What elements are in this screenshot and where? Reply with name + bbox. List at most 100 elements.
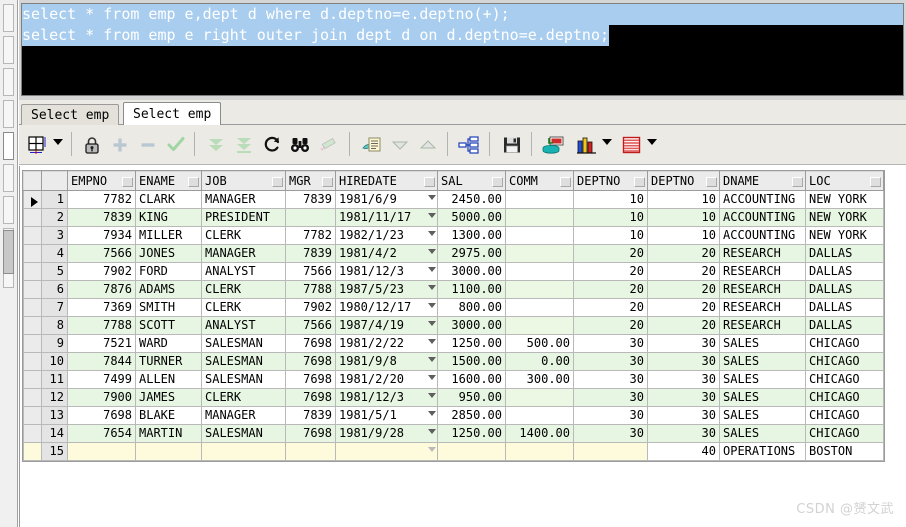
- cell-empno[interactable]: 7876: [67, 280, 136, 299]
- navigator-item[interactable]: [3, 164, 14, 192]
- cell-mgr[interactable]: 7782: [285, 226, 336, 245]
- row-marker-cell[interactable]: [23, 334, 42, 353]
- cell-comm[interactable]: [505, 298, 574, 317]
- date-picker-chevron-down-icon[interactable]: [428, 321, 436, 326]
- cell-sal[interactable]: 1250.00: [437, 334, 506, 353]
- row-number-cell[interactable]: 1: [41, 190, 68, 209]
- sql-editor[interactable]: select * from emp e,dept d where d.deptn…: [21, 3, 904, 96]
- cell-mgr[interactable]: 7839: [285, 244, 336, 263]
- cell-deptno[interactable]: 20: [573, 262, 648, 281]
- cell-empno[interactable]: [67, 442, 136, 461]
- cell-sal[interactable]: 950.00: [437, 388, 506, 407]
- cell-mgr[interactable]: [285, 208, 336, 227]
- cell-dname[interactable]: SALES: [719, 406, 806, 425]
- cell-deptno2[interactable]: 20: [647, 298, 720, 317]
- cell-comm[interactable]: 300.00: [505, 370, 574, 389]
- cell-deptno[interactable]: 30: [573, 388, 648, 407]
- cell-ename[interactable]: TURNER: [135, 352, 202, 371]
- copy-rows-icon[interactable]: [359, 132, 385, 158]
- cell-empno[interactable]: 7369: [67, 298, 136, 317]
- cell-loc[interactable]: CHICAGO: [805, 334, 884, 353]
- date-picker-chevron-down-icon[interactable]: [428, 447, 436, 452]
- report-grid-icon[interactable]: [619, 132, 645, 158]
- date-picker-chevron-down-icon[interactable]: [428, 195, 436, 200]
- cell-empno[interactable]: 7782: [67, 190, 136, 209]
- row-number-cell[interactable]: 13: [41, 406, 68, 425]
- cell-dname[interactable]: RESEARCH: [719, 298, 806, 317]
- add-row-icon[interactable]: [107, 132, 133, 158]
- table-row[interactable]: 12 7900 JAMES CLERK 7698 1981/12/3 950.00 30 30 S…: [23, 388, 884, 407]
- cell-mgr[interactable]: 7566: [285, 316, 336, 335]
- chart-dropdown-caret[interactable]: [602, 139, 612, 145]
- cell-ename[interactable]: [135, 442, 202, 461]
- header-deptno[interactable]: DEPTNO: [573, 171, 648, 191]
- row-number-cell[interactable]: 15: [41, 442, 68, 461]
- cell-dname[interactable]: ACCOUNTING: [719, 208, 806, 227]
- cell-dname[interactable]: SALES: [719, 424, 806, 443]
- cell-comm[interactable]: 0.00: [505, 352, 574, 371]
- navigator-item[interactable]: [3, 36, 14, 64]
- table-row[interactable]: 7 7369 SMITH CLERK 7902 1980/12/17 800.00 20 20 R…: [23, 298, 884, 317]
- sort-ascending-icon[interactable]: [415, 132, 441, 158]
- cell-deptno[interactable]: 20: [573, 280, 648, 299]
- cell-ename[interactable]: MILLER: [135, 226, 202, 245]
- results-grid-panel[interactable]: EMPNO ENAME JOB MGR HIREDATE SAL COMM DEPTNO DEP…: [19, 166, 906, 527]
- column-resize-grip[interactable]: [122, 177, 133, 187]
- date-picker-chevron-down-icon[interactable]: [428, 339, 436, 344]
- table-row[interactable]: 8 7788 SCOTT ANALYST 7566 1987/4/19 3000.00 20 2…: [23, 316, 884, 335]
- cell-sal[interactable]: 1600.00: [437, 370, 506, 389]
- table-row[interactable]: 9 7521 WARD SALESMAN 7698 1981/2/22 1250.00 500…: [23, 334, 884, 353]
- row-number-cell[interactable]: 8: [41, 316, 68, 335]
- export-database-icon[interactable]: [540, 132, 566, 158]
- cell-ename[interactable]: SMITH: [135, 298, 202, 317]
- header-sal[interactable]: SAL: [437, 171, 506, 191]
- table-row[interactable]: 15 40 OPERATIONS BOSTON: [23, 442, 884, 461]
- fetch-next-icon[interactable]: [203, 132, 229, 158]
- left-navigator-strip[interactable]: [0, 0, 18, 527]
- table-row[interactable]: 4 7566 JONES MANAGER 7839 1981/4/2 2975.00 20 20…: [23, 244, 884, 263]
- cell-mgr[interactable]: 7839: [285, 406, 336, 425]
- table-body[interactable]: 1 7782 CLARK MANAGER 7839 1981/6/9 2450.00 10 10…: [23, 190, 884, 461]
- table-row[interactable]: 11 7499 ALLEN SALESMAN 7698 1981/2/20 1600.00 3…: [23, 370, 884, 389]
- cell-dname[interactable]: ACCOUNTING: [719, 226, 806, 245]
- cell-hiredate[interactable]: 1981/6/9: [335, 190, 438, 209]
- remove-row-icon[interactable]: [135, 132, 161, 158]
- cell-deptno2[interactable]: 30: [647, 370, 720, 389]
- sort-descending-icon[interactable]: [387, 132, 413, 158]
- cell-job[interactable]: MANAGER: [201, 406, 286, 425]
- cell-comm[interactable]: [505, 442, 574, 461]
- cell-job[interactable]: PRESIDENT: [201, 208, 286, 227]
- cell-loc[interactable]: DALLAS: [805, 280, 884, 299]
- cell-job[interactable]: ANALYST: [201, 262, 286, 281]
- find-binoculars-icon[interactable]: [287, 132, 313, 158]
- header-job[interactable]: JOB: [201, 171, 286, 191]
- column-resize-grip[interactable]: [634, 177, 645, 187]
- cell-hiredate[interactable]: 1980/12/17: [335, 298, 438, 317]
- cell-deptno[interactable]: 10: [573, 208, 648, 227]
- sql-line-1[interactable]: select * from emp e,dept d where d.deptn…: [22, 4, 903, 25]
- row-marker-cell[interactable]: [23, 280, 42, 299]
- cell-loc[interactable]: NEW YORK: [805, 190, 884, 209]
- cell-ename[interactable]: JAMES: [135, 388, 202, 407]
- row-marker-cell[interactable]: [23, 226, 42, 245]
- cell-sal[interactable]: 800.00: [437, 298, 506, 317]
- row-number-cell[interactable]: 14: [41, 424, 68, 443]
- cell-job[interactable]: CLERK: [201, 298, 286, 317]
- cell-empno[interactable]: 7698: [67, 406, 136, 425]
- cell-deptno2[interactable]: 10: [647, 226, 720, 245]
- cell-loc[interactable]: CHICAGO: [805, 352, 884, 371]
- cell-job[interactable]: CLERK: [201, 280, 286, 299]
- cell-hiredate[interactable]: [335, 442, 438, 461]
- cell-job[interactable]: [201, 442, 286, 461]
- cell-hiredate[interactable]: 1981/2/20: [335, 370, 438, 389]
- cell-loc[interactable]: CHICAGO: [805, 406, 884, 425]
- row-marker-cell[interactable]: [23, 190, 42, 209]
- row-number-cell[interactable]: 2: [41, 208, 68, 227]
- cell-empno[interactable]: 7934: [67, 226, 136, 245]
- cell-empno[interactable]: 7788: [67, 316, 136, 335]
- cell-deptno[interactable]: 20: [573, 298, 648, 317]
- navigator-item-selected[interactable]: [3, 132, 14, 160]
- cell-mgr[interactable]: 7788: [285, 280, 336, 299]
- cell-dname[interactable]: RESEARCH: [719, 262, 806, 281]
- cell-dname[interactable]: SALES: [719, 370, 806, 389]
